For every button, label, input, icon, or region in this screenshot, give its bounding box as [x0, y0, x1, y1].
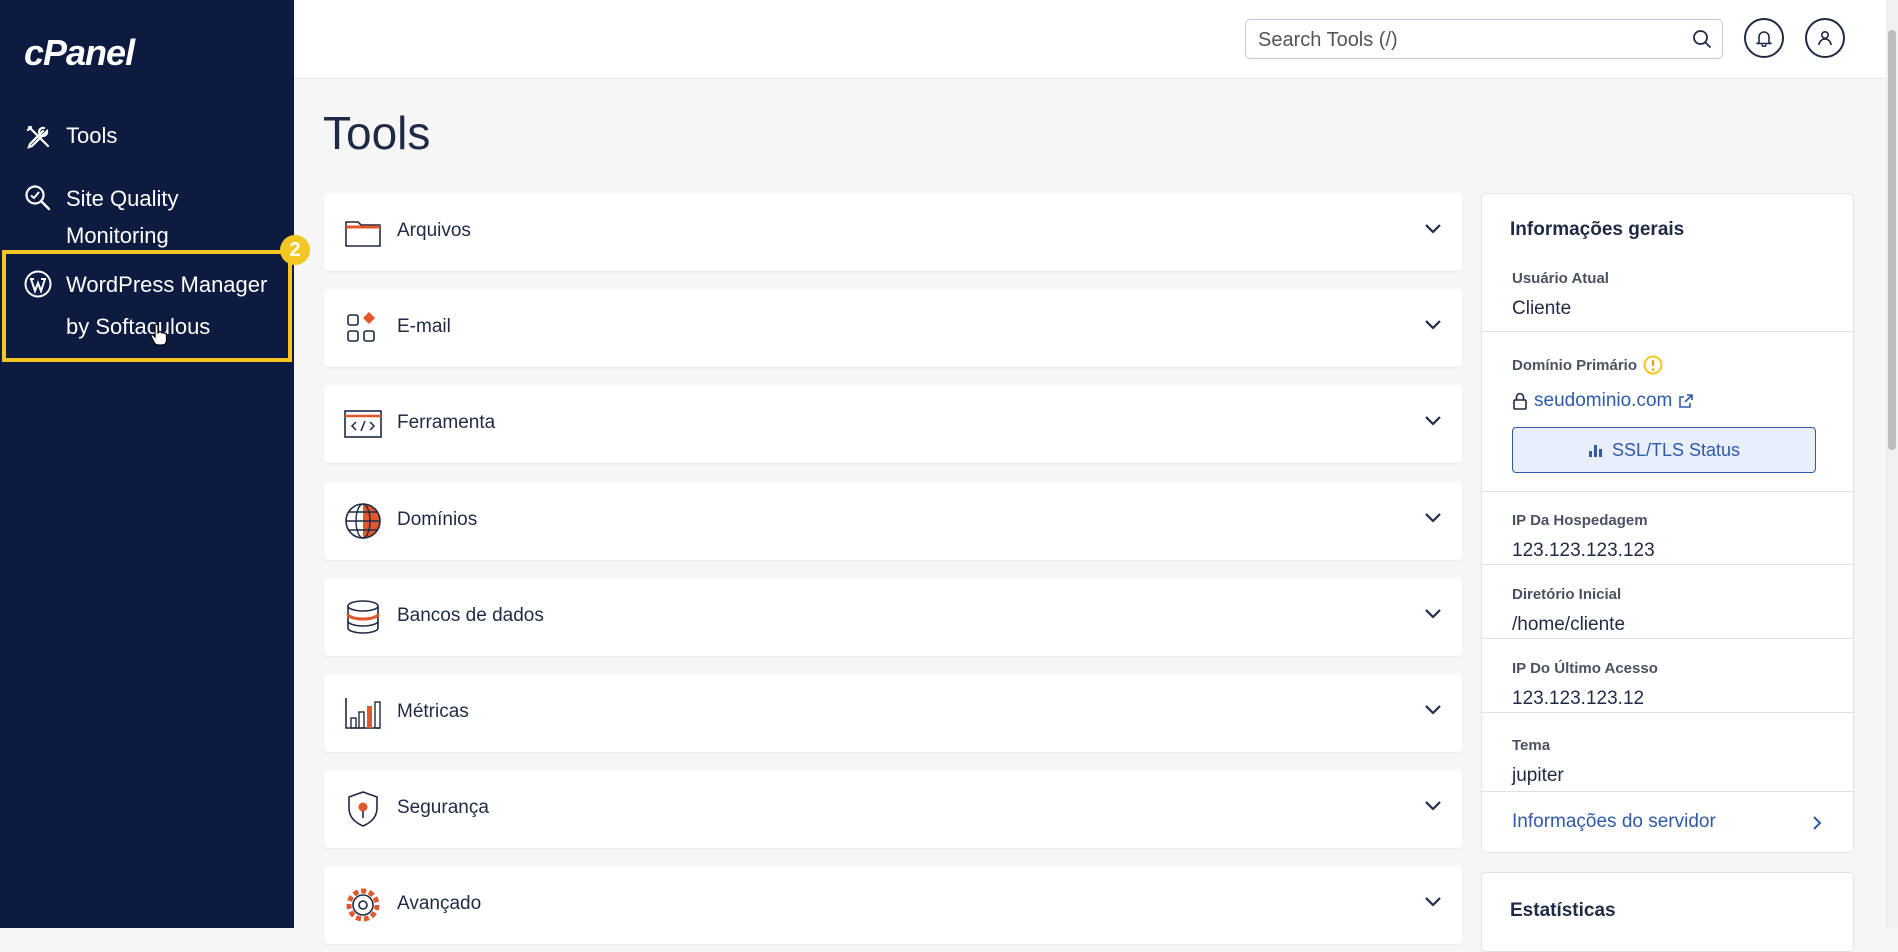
warning-icon[interactable] [1643, 355, 1663, 375]
last-access-ip-label: IP Do Último Acesso [1512, 660, 1658, 677]
panel-label: Métricas [397, 701, 469, 722]
last-access-ip-value: 123.123.123.12 [1512, 688, 1645, 709]
cpanel-logo[interactable]: cPanel [24, 32, 174, 79]
panel-arquivos[interactable]: Arquivos [324, 193, 1462, 271]
page-title: Tools [323, 107, 431, 159]
code-window-icon [344, 410, 382, 438]
shield-icon [348, 791, 378, 827]
panel-label: Domínios [397, 509, 478, 530]
sidebar-item-label: Site Quality Monitoring [66, 186, 179, 248]
bar-chart-icon [345, 698, 381, 729]
panel-label: Avançado [397, 893, 482, 914]
panel-avancado[interactable]: Avançado [324, 866, 1462, 944]
chevron-down-icon [1425, 224, 1441, 234]
sidebar-item-site-quality-monitoring[interactable]: Site Quality Monitoring [24, 180, 274, 254]
panel-email[interactable]: E-mail [324, 289, 1462, 367]
search-magnifier-icon [25, 185, 51, 211]
scrollbar[interactable] [1886, 0, 1898, 928]
panel-label: Arquivos [397, 220, 471, 241]
divider [1482, 331, 1853, 332]
sidebar-item-tools[interactable]: Tools [24, 123, 117, 151]
statistics-card: Estatísticas [1481, 872, 1854, 952]
primary-domain-label: Domínio Primário [1512, 356, 1638, 374]
panel-ferramenta[interactable]: Ferramenta [324, 385, 1462, 463]
ssl-tls-status-button[interactable]: SSL/TLS Status [1512, 427, 1816, 473]
primary-domain-row: seudominio.com [1512, 390, 1694, 412]
panel-label: Bancos de dados [397, 605, 544, 626]
chevron-down-icon [1425, 513, 1441, 523]
panel-label: E-mail [397, 316, 451, 337]
hosting-ip-value: 123.123.123.123 [1512, 540, 1655, 561]
user-menu-button[interactable] [1805, 18, 1845, 58]
card-title: Informações gerais [1510, 219, 1685, 240]
chevron-down-icon [1425, 801, 1441, 811]
divider [1482, 564, 1853, 565]
panel-label: Segurança [397, 797, 489, 818]
external-link-icon[interactable] [1678, 393, 1694, 409]
home-directory-value: /home/cliente [1512, 614, 1626, 635]
gear-icon [346, 888, 380, 922]
bar-chart-icon [1588, 445, 1602, 457]
user-icon [1818, 30, 1832, 46]
chevron-down-icon [1425, 609, 1441, 619]
step-badge: 2 [280, 235, 310, 265]
globe-icon [345, 503, 381, 539]
email-apps-icon [347, 312, 375, 342]
divider [1482, 491, 1853, 492]
panel-metricas[interactable]: Métricas [324, 674, 1462, 752]
lock-icon [1513, 392, 1527, 410]
home-directory-label: Diretório Inicial [1512, 586, 1622, 603]
current-user-value: Cliente [1512, 298, 1572, 319]
sidebar: cPanel Tools Site Quality Monitoring Wor… [0, 0, 310, 928]
theme-label: Tema [1512, 737, 1551, 754]
divider [1482, 791, 1853, 792]
theme-value: jupiter [1512, 765, 1564, 786]
current-user-label: Usuário Atual [1512, 270, 1609, 287]
server-info-link[interactable]: Informações do servidor [1512, 811, 1822, 833]
highlight-box [2, 250, 292, 362]
panel-seguranca[interactable]: Segurança [324, 770, 1462, 848]
chevron-down-icon [1425, 320, 1441, 330]
chevron-down-icon [1425, 416, 1441, 426]
svg-text:cPanel: cPanel [24, 34, 136, 73]
ssl-tls-status-label: SSL/TLS Status [1611, 439, 1741, 460]
search-box[interactable] [1245, 19, 1723, 59]
folder-icon [345, 221, 381, 247]
primary-domain-label-row: Domínio Primário [1512, 355, 1663, 375]
search-icon[interactable] [1692, 29, 1712, 49]
server-info-label: Informações do servidor [1512, 811, 1716, 832]
search-input[interactable] [1256, 28, 1680, 53]
divider [1482, 712, 1853, 713]
primary-domain-link[interactable]: seudominio.com [1534, 390, 1672, 412]
scrollbar-thumb[interactable] [1888, 30, 1896, 450]
panel-label: Ferramenta [397, 412, 496, 433]
sidebar-item-label: Tools [66, 123, 118, 148]
top-bar [294, 0, 1898, 79]
database-icon [346, 600, 380, 634]
panel-bancos-de-dados[interactable]: Bancos de dados [324, 578, 1462, 656]
chevron-right-icon [1813, 816, 1822, 830]
hand-cursor-icon [150, 323, 168, 346]
divider [1482, 638, 1853, 639]
tools-icon [26, 125, 50, 149]
panel-dominios[interactable]: Domínios [324, 482, 1462, 560]
chevron-down-icon [1425, 897, 1441, 907]
general-info-card: Informações gerais Usuário Atual Cliente… [1481, 193, 1854, 853]
chevron-down-icon [1425, 705, 1441, 715]
bell-icon [1755, 31, 1773, 47]
card-title: Estatísticas [1510, 900, 1616, 921]
hosting-ip-label: IP Da Hospedagem [1512, 512, 1648, 529]
notifications-button[interactable] [1744, 18, 1784, 58]
